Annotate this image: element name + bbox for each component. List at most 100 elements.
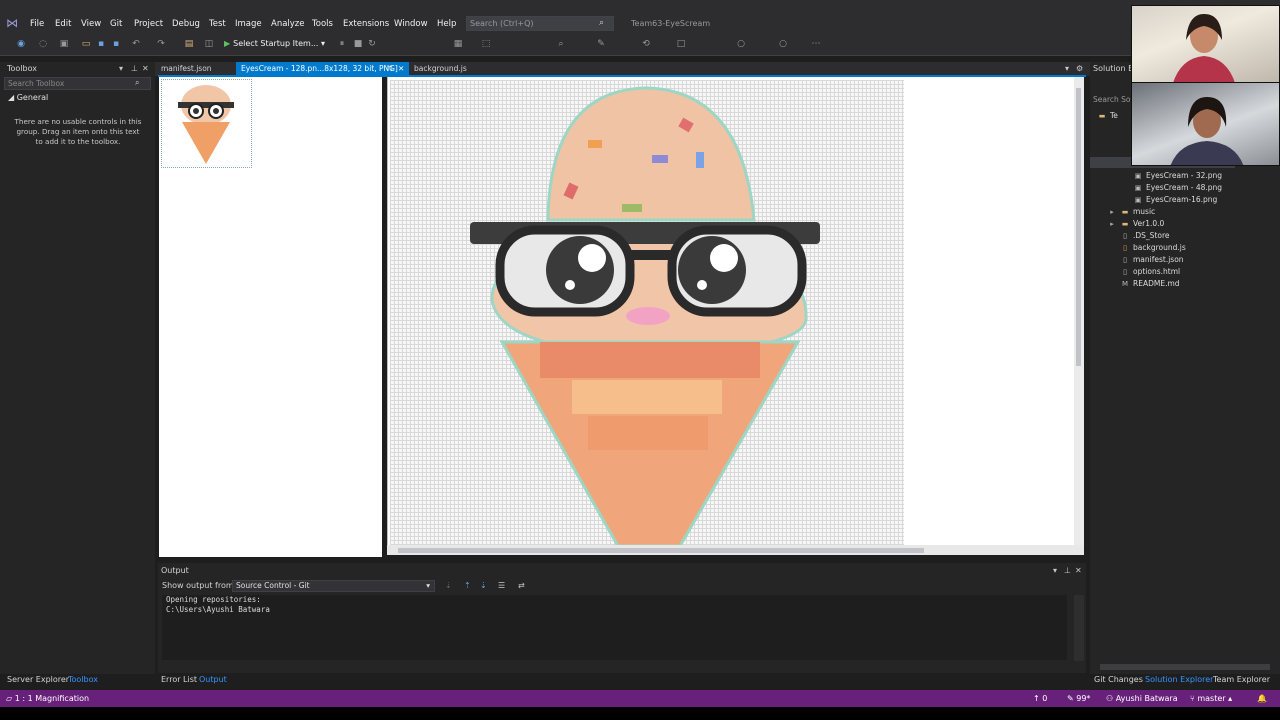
menu-project[interactable]: Project [134, 18, 163, 30]
solution-horizontal-scrollbar[interactable] [1100, 664, 1270, 670]
menu-view[interactable]: View [81, 18, 101, 30]
tree-item-background-js[interactable]: ▯ background.js [1120, 242, 1186, 254]
tree-item-eyescream-16[interactable]: ▣ EyesCream-16.png [1133, 194, 1218, 206]
next-message-icon[interactable]: ⇣ [480, 581, 487, 591]
menu-extensions[interactable]: Extensions [343, 18, 389, 30]
branch-status[interactable]: ⑂ master ▴ [1190, 693, 1232, 704]
close-tab-icon[interactable]: ✕ [398, 62, 404, 75]
tab-manifest-json[interactable]: manifest.json [156, 62, 217, 75]
menu-image[interactable]: Image [235, 18, 262, 30]
output-vertical-scrollbar[interactable] [1074, 595, 1084, 661]
tab-solution-explorer[interactable]: Solution Explorer [1145, 675, 1213, 685]
save-icon[interactable]: ▪ [95, 38, 107, 50]
pixel-grid-canvas[interactable] [390, 80, 904, 548]
tab-team-explorer[interactable]: Team Explorer [1213, 675, 1270, 685]
horizontal-scroll-thumb[interactable] [398, 548, 924, 553]
close-icon[interactable]: ✕ [142, 64, 149, 74]
circle-icon[interactable]: ○ [777, 38, 789, 50]
image-thumbnail[interactable] [161, 79, 252, 168]
menu-help[interactable]: Help [437, 18, 456, 30]
rotate-icon[interactable]: ⟲ [640, 38, 652, 50]
tree-item-music[interactable]: ▸ ▬ music [1107, 206, 1155, 218]
copy-icon[interactable]: ▤ [183, 38, 195, 50]
find-message-icon[interactable]: ⇣ [445, 581, 452, 591]
play-icon: ▶ [224, 39, 231, 48]
tree-item-label: .DS_Store [1133, 231, 1170, 240]
pin-icon[interactable]: ⊥ [131, 64, 138, 74]
tab-server-explorer[interactable]: Server Explorer [7, 675, 69, 685]
zoom-status-label: 1 : 1 Magnification [14, 694, 90, 703]
redo-icon[interactable]: ↷ [155, 38, 167, 50]
errors-status[interactable]: ↑ 0 [1033, 693, 1047, 704]
show-output-from-label: Show output from: [162, 581, 237, 590]
screenshot-icon[interactable]: ◫ [203, 38, 215, 50]
tree-item-label: options.html [1133, 267, 1181, 276]
pin-tab-icon[interactable]: ⊓ [387, 62, 393, 75]
visual-studio-logo-icon: ⋈ [6, 16, 18, 30]
notification-bell-icon[interactable]: 🔔 [1257, 693, 1267, 704]
dropdown-icon[interactable]: ▾ [1053, 566, 1057, 576]
previous-message-icon[interactable]: ⇡ [464, 581, 471, 591]
stop-icon[interactable]: ■ [352, 38, 364, 50]
search-icon[interactable]: ⌕ [599, 18, 604, 29]
search-input[interactable]: Search (Ctrl+Q) [466, 16, 614, 31]
user-status[interactable]: ⚇ Ayushi Batwara [1106, 693, 1178, 704]
selection-icon[interactable]: ⬚ [480, 38, 492, 50]
tab-toolbox[interactable]: Toolbox [68, 675, 98, 685]
tree-item-ver100[interactable]: ▸ ▬ Ver1.0.0 [1107, 218, 1164, 230]
start-button[interactable]: ▶ Select Startup Item... ▾ [224, 37, 325, 51]
image-grid-icon[interactable]: ▦ [452, 38, 464, 50]
tree-item-options-html[interactable]: ▯ options.html [1120, 266, 1180, 278]
tree-item-label: Ver1.0.0 [1133, 219, 1165, 228]
undo-icon[interactable]: ↶ [130, 38, 142, 50]
tree-item-readme[interactable]: M README.md [1120, 278, 1180, 290]
menu-analyze[interactable]: Analyze [271, 18, 305, 30]
new-project-icon[interactable]: ▣ [58, 38, 70, 50]
vertical-scroll-thumb[interactable] [1076, 88, 1081, 366]
search-icon[interactable]: ⌕ [135, 78, 139, 88]
pause-icon[interactable]: ⏸ [336, 38, 348, 50]
open-folder-icon[interactable]: ▭ [80, 38, 92, 50]
tab-git-changes[interactable]: Git Changes [1094, 675, 1143, 685]
menu-test[interactable]: Test [209, 18, 226, 30]
toolbox-group-general[interactable]: ◢ General [8, 93, 48, 103]
zoom-icon[interactable]: ⌕ [555, 38, 567, 50]
settings-gear-icon[interactable]: ⚙ [1076, 64, 1083, 74]
forward-icon[interactable]: ◌ [37, 38, 49, 50]
tree-item-ds-store[interactable]: ▯ .DS_Store [1120, 230, 1170, 242]
menu-debug[interactable]: Debug [172, 18, 200, 30]
word-wrap-icon[interactable]: ⇄ [518, 581, 525, 591]
rectangle-icon[interactable]: □ [675, 38, 687, 50]
menu-edit[interactable]: Edit [55, 18, 71, 30]
back-icon[interactable]: ◉ [15, 38, 27, 50]
pencil-icon[interactable]: ✎ [595, 38, 607, 50]
tab-overflow-icon[interactable]: ▾ [1065, 64, 1069, 74]
changes-status[interactable]: ✎ 99* [1067, 693, 1090, 704]
tree-item-eyescream-32[interactable]: ▣ EyesCream - 32.png [1133, 170, 1222, 182]
tree-item-eyescream-48[interactable]: ▣ EyesCream - 48.png [1133, 182, 1222, 194]
restart-icon[interactable]: ↻ [366, 38, 378, 50]
tree-item-solution[interactable]: ▬ Te [1097, 110, 1118, 122]
menu-window[interactable]: Window [394, 18, 428, 30]
close-icon[interactable]: ✕ [1075, 566, 1082, 576]
pin-icon[interactable]: ⊥ [1064, 566, 1071, 576]
clear-all-icon[interactable]: ☰ [498, 581, 505, 591]
menu-git[interactable]: Git [110, 18, 122, 30]
ellipse-icon[interactable]: ○ [735, 38, 747, 50]
tab-background-js[interactable]: background.js [409, 62, 472, 75]
output-text-area[interactable]: Opening repositories: C:\Users\Ayushi Ba… [162, 595, 1067, 660]
text-tool-icon[interactable]: ⋯ [810, 38, 822, 50]
toolbox-search-input[interactable]: Search Toolbox [4, 77, 151, 90]
tab-eyescream-png[interactable]: EyesCream - 128.pn...8x128, 32 bit, PNG]… [236, 62, 409, 75]
tab-error-list[interactable]: Error List [161, 675, 197, 685]
menu-file[interactable]: File [30, 18, 44, 30]
pencil-icon: ✎ [1067, 694, 1074, 703]
output-source-select[interactable]: Source Control - Git ▾ [232, 580, 435, 592]
menu-tools[interactable]: Tools [312, 18, 333, 30]
tree-item-manifest-json[interactable]: ▯ manifest.json [1120, 254, 1184, 266]
save-all-icon[interactable]: ▪ [110, 38, 122, 50]
tab-output[interactable]: Output [199, 675, 227, 685]
zoom-status[interactable]: ▱ 1 : 1 Magnification [6, 693, 89, 704]
dropdown-icon[interactable]: ▾ [119, 64, 123, 74]
solution-search-input[interactable]: Search So [1093, 95, 1131, 105]
